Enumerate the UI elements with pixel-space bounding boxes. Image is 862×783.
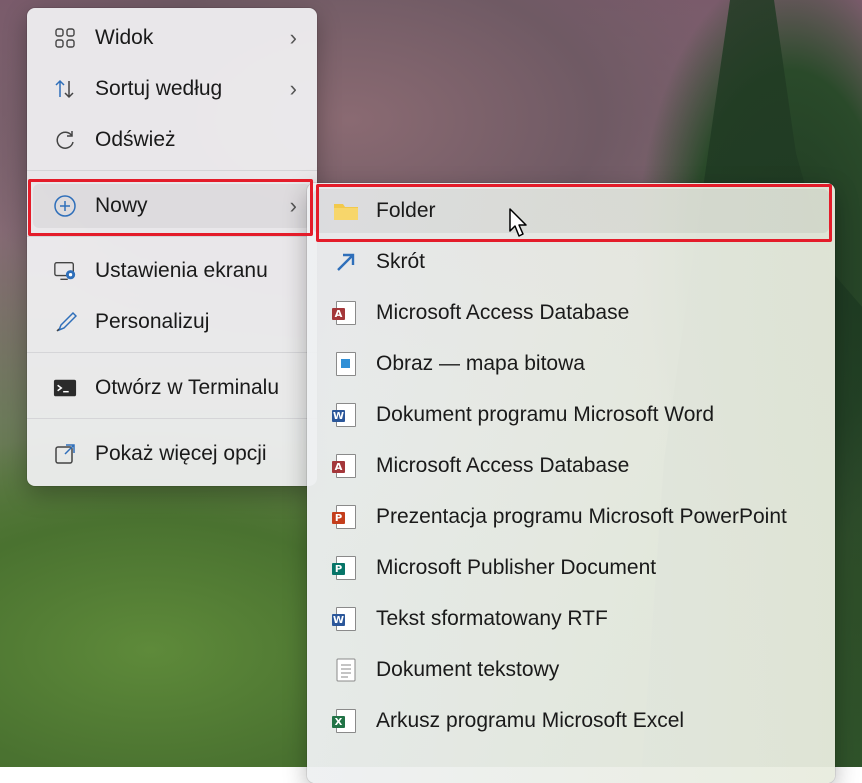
menu-item-display-settings[interactable]: Ustawienia ekranu: [33, 249, 311, 293]
publisher-icon: P: [332, 555, 359, 581]
menu-divider: [27, 352, 317, 353]
menu-item-refresh[interactable]: Odśwież: [33, 118, 311, 162]
menu-item-view[interactable]: Widok ›: [33, 16, 311, 60]
excel-icon: X: [332, 708, 359, 734]
context-menu: Widok › Sortuj według › Odśwież Nowy › U…: [27, 8, 317, 486]
new-submenu: Folder Skrót A Microsoft Access Database…: [307, 183, 835, 783]
submenu-item-shortcut[interactable]: Skrót: [313, 240, 829, 284]
submenu-item-label: Microsoft Access Database: [376, 454, 630, 477]
submenu-item-powerpoint[interactable]: P Prezentacja programu Microsoft PowerPo…: [313, 495, 829, 539]
menu-divider: [27, 236, 317, 237]
mouse-cursor-icon: [509, 208, 527, 237]
powerpoint-icon: P: [332, 504, 359, 530]
menu-item-label: Personalizuj: [95, 310, 210, 333]
menu-item-label: Odśwież: [95, 128, 176, 151]
grid-view-icon: [53, 26, 77, 50]
menu-item-label: Pokaż więcej opcji: [95, 442, 267, 465]
menu-item-show-more-options[interactable]: Pokaż więcej opcji: [33, 432, 311, 476]
submenu-item-label: Dokument tekstowy: [376, 658, 560, 681]
highlight-box-new: [28, 179, 313, 236]
submenu-item-label: Obraz — mapa bitowa: [376, 352, 585, 375]
submenu-item-label: Microsoft Publisher Document: [376, 556, 657, 579]
brush-icon: [53, 310, 77, 334]
submenu-item-access-database[interactable]: A Microsoft Access Database: [313, 291, 829, 335]
chevron-right-icon: ›: [289, 25, 297, 50]
highlight-box-folder: [316, 184, 832, 242]
menu-item-label: Ustawienia ekranu: [95, 259, 268, 282]
menu-item-label: Sortuj według: [95, 77, 223, 100]
submenu-item-publisher[interactable]: P Microsoft Publisher Document: [313, 546, 829, 590]
terminal-icon: [53, 376, 77, 400]
submenu-item-excel[interactable]: X Arkusz programu Microsoft Excel: [313, 699, 829, 743]
submenu-item-label: Microsoft Access Database: [376, 301, 630, 324]
menu-item-label: Otwórz w Terminalu: [95, 376, 279, 399]
submenu-item-label: Prezentacja programu Microsoft PowerPoin…: [376, 505, 787, 528]
menu-divider: [27, 170, 317, 171]
refresh-icon: [53, 128, 77, 152]
menu-item-sort-by[interactable]: Sortuj według ›: [33, 67, 311, 111]
access-icon: A: [332, 300, 359, 326]
sort-arrows-icon: [53, 77, 77, 101]
submenu-item-word-document[interactable]: W Dokument programu Microsoft Word: [313, 393, 829, 437]
shortcut-icon: [333, 249, 359, 275]
menu-divider: [27, 418, 317, 419]
submenu-item-access-database-2[interactable]: A Microsoft Access Database: [313, 444, 829, 488]
word-icon: W: [332, 402, 359, 428]
submenu-item-label: Arkusz programu Microsoft Excel: [376, 709, 685, 732]
submenu-item-text-document[interactable]: Dokument tekstowy: [313, 648, 829, 692]
submenu-item-label: Skrót: [376, 250, 426, 273]
display-settings-icon: [53, 259, 77, 283]
chevron-right-icon: ›: [289, 76, 297, 101]
submenu-item-label: Dokument programu Microsoft Word: [376, 403, 715, 426]
menu-item-label: Widok: [95, 26, 154, 49]
menu-item-personalize[interactable]: Personalizuj: [33, 300, 311, 344]
menu-item-open-terminal[interactable]: Otwórz w Terminalu: [33, 366, 311, 410]
submenu-item-rtf[interactable]: W Tekst sformatowany RTF: [313, 597, 829, 641]
bitmap-icon: [333, 351, 359, 377]
submenu-item-label: Tekst sformatowany RTF: [376, 607, 608, 630]
access-icon: A: [332, 453, 359, 479]
rtf-icon: W: [332, 606, 359, 632]
more-options-icon: [53, 442, 77, 466]
text-document-icon: [333, 657, 359, 683]
submenu-item-bitmap[interactable]: Obraz — mapa bitowa: [313, 342, 829, 386]
